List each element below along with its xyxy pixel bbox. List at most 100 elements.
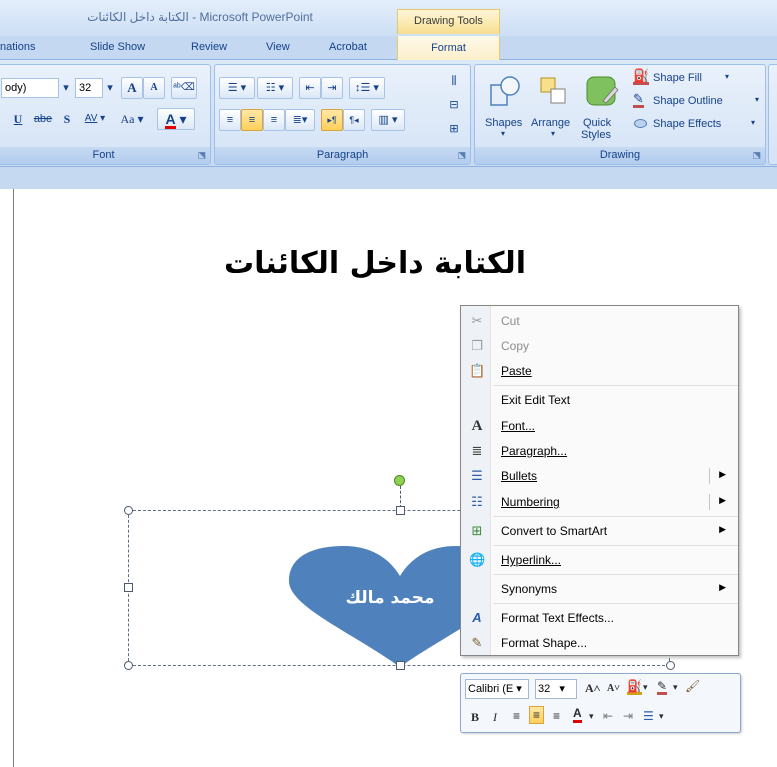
text-shadow-button[interactable]: S xyxy=(59,109,75,131)
paragraph-group-label: Paragraph xyxy=(215,147,470,164)
menu-item-numbering[interactable]: ☷ Numbering ▶ xyxy=(461,490,738,515)
tab-acrobat[interactable]: Acrobat xyxy=(329,41,367,53)
tab-view[interactable]: View xyxy=(266,41,290,53)
resize-handle-left[interactable] xyxy=(124,583,133,592)
mini-increase-indent-icon[interactable]: ⇥ xyxy=(623,709,633,723)
tab-format[interactable]: Format xyxy=(397,36,500,60)
shapes-dropdown-icon: ▾ xyxy=(501,129,506,138)
menu-item-cut[interactable]: ✂ Cut xyxy=(461,309,738,334)
mini-bullets-dropdown-icon[interactable]: ▾ xyxy=(659,711,664,722)
rotation-handle[interactable] xyxy=(394,475,405,486)
paragraph-dialog-launcher-icon[interactable]: ⬔ xyxy=(457,150,466,161)
workspace-header xyxy=(0,167,777,189)
align-right-icon[interactable]: ≡ xyxy=(263,109,285,131)
justify-icon[interactable]: ≣▾ xyxy=(285,109,315,131)
mini-bold-icon[interactable]: B xyxy=(471,710,479,725)
mini-font-name[interactable]: Calibri (E ▾ xyxy=(465,679,529,699)
slide-title[interactable]: الكتابة داخل الكائنات xyxy=(150,246,600,281)
font-name-box[interactable]: ody) xyxy=(1,78,59,98)
drawing-group: Shapes ▾ Arrange ▾ Quick Styles ⛽ Shape … xyxy=(474,64,766,165)
menu-item-font[interactable]: A Font... xyxy=(461,414,738,439)
mini-font-color-icon[interactable]: A xyxy=(573,707,582,723)
shapes-button[interactable]: Shapes ▾ xyxy=(483,73,527,143)
font-name-dropdown-icon[interactable]: ▾ xyxy=(59,78,73,100)
drawing-dialog-launcher-icon[interactable]: ⬔ xyxy=(752,150,761,161)
tab-animations[interactable]: nations xyxy=(0,41,35,53)
left-to-right-icon[interactable]: ¶◂ xyxy=(343,109,365,131)
mini-font-color-dropdown-icon[interactable]: ▾ xyxy=(589,711,594,722)
mini-shrink-font-icon[interactable]: A˅ xyxy=(607,683,620,694)
change-case-label: Aa xyxy=(120,112,135,126)
tab-review[interactable]: Review xyxy=(191,41,227,53)
shape-effects-button[interactable]: Shape Effects ▾ xyxy=(629,115,765,135)
font-dialog-launcher-icon[interactable]: ⬔ xyxy=(197,150,206,161)
right-to-left-icon[interactable]: ▸¶ xyxy=(321,109,343,131)
menu-item-bullets[interactable]: ☰ Bullets ▶ xyxy=(461,464,738,489)
mini-highlight-dropdown-icon[interactable]: ▾ xyxy=(643,682,648,693)
align-text-icon[interactable]: ⊟ xyxy=(443,95,465,117)
mini-font-size[interactable]: 32 ▾ xyxy=(535,679,577,699)
arrange-button[interactable]: Arrange ▾ xyxy=(531,73,577,143)
menu-item-convert-to-smartart[interactable]: ⊞ Convert to SmartArt ▶ xyxy=(461,519,738,544)
font-color-button[interactable]: A ▾ xyxy=(157,108,195,130)
underline-button[interactable]: U xyxy=(9,109,27,131)
menu-item-format-shape[interactable]: ✎ Format Shape... xyxy=(461,631,738,656)
mini-align-left-icon[interactable]: ≡ xyxy=(513,709,520,723)
mini-highlight-icon[interactable]: ⛽ xyxy=(627,680,642,695)
menu-item-copy[interactable]: ❐ Copy xyxy=(461,334,738,359)
resize-handle-top-left[interactable] xyxy=(124,506,133,515)
menu-item-synonyms[interactable]: Synonyms ▶ xyxy=(461,577,738,602)
menu-label-format-text-effects: Format Text Effects... xyxy=(501,611,614,625)
resize-handle-bottom-left[interactable] xyxy=(124,661,133,670)
menu-item-format-text-effects[interactable]: A Format Text Effects... xyxy=(461,606,738,631)
shape-outline-button[interactable]: ✎ Shape Outline ▾ xyxy=(629,92,765,112)
line-spacing-icon[interactable]: ↕☰ ▾ xyxy=(349,77,385,99)
clear-formatting-icon[interactable]: ᵃᵇ⌫ xyxy=(171,77,197,99)
menu-item-paragraph[interactable]: ≣ Paragraph... xyxy=(461,439,738,464)
shape-fill-button[interactable]: ⛽ Shape Fill ▾ xyxy=(629,69,765,89)
bullets-icon[interactable]: ☰ ▾ xyxy=(219,77,255,99)
resize-handle-bottom[interactable] xyxy=(396,661,405,670)
font-size-dropdown-icon[interactable]: ▾ xyxy=(103,78,117,100)
smartart-convert-icon[interactable]: ⊞ xyxy=(443,119,465,141)
strikethrough-button[interactable]: abe xyxy=(29,109,57,131)
increase-indent-icon[interactable]: ⇥ xyxy=(321,77,343,99)
character-spacing-button[interactable]: AV ▾ xyxy=(79,109,111,131)
menu-separator xyxy=(493,574,738,575)
shape-fill-dropdown-icon: ▾ xyxy=(725,72,730,81)
quick-styles-icon xyxy=(586,76,619,106)
menu-item-exit-edit-text[interactable]: Exit Edit Text xyxy=(461,388,738,413)
resize-handle-bottom-right[interactable] xyxy=(666,661,675,670)
mini-italic-icon[interactable]: I xyxy=(493,710,497,725)
shape-effects-label: Shape Effects xyxy=(653,118,722,130)
columns-icon[interactable]: ▥ ▾ xyxy=(371,109,405,131)
mini-align-center-icon[interactable]: ≡ xyxy=(529,706,545,724)
mini-decrease-indent-icon[interactable]: ⇤ xyxy=(603,709,613,723)
quick-styles-button[interactable]: Quick Styles xyxy=(579,73,625,147)
menu-label-numbering: Numbering xyxy=(501,495,560,509)
decrease-indent-icon[interactable]: ⇤ xyxy=(299,77,321,99)
slide-edge xyxy=(13,189,14,767)
align-center-icon[interactable]: ≡ xyxy=(241,109,263,131)
tab-slide-show[interactable]: Slide Show xyxy=(90,41,145,53)
mini-outline-icon[interactable]: ✎ xyxy=(657,680,668,695)
menu-item-paste[interactable]: 📋 Paste xyxy=(461,359,738,384)
menu-label-cut: Cut xyxy=(501,314,520,328)
mini-bullets-icon[interactable]: ☰ xyxy=(643,709,654,723)
numbering-icon[interactable]: ☷ ▾ xyxy=(257,77,293,99)
mini-grow-font-icon[interactable]: A˄ xyxy=(585,681,601,696)
submenu-arrow-icon: ▶ xyxy=(719,582,726,592)
text-direction-icon[interactable]: ⫼ xyxy=(443,71,465,93)
mini-format-painter-icon[interactable]: 🖌 xyxy=(685,679,700,693)
shape-fill-label: Shape Fill xyxy=(653,72,702,84)
align-left-icon[interactable]: ≡ xyxy=(219,109,241,131)
font-icon: A xyxy=(471,418,483,434)
mini-align-right-icon[interactable]: ≡ xyxy=(553,709,560,723)
shrink-font-button[interactable]: A xyxy=(143,77,165,99)
font-size-box[interactable]: 32 xyxy=(75,78,103,98)
resize-handle-top[interactable] xyxy=(396,506,405,515)
change-case-button[interactable]: Aa ▾ xyxy=(115,109,149,131)
menu-item-hyperlink[interactable]: 🌐 Hyperlink... xyxy=(461,548,738,573)
mini-outline-dropdown-icon[interactable]: ▾ xyxy=(673,682,678,693)
grow-font-button[interactable]: A xyxy=(121,77,143,99)
